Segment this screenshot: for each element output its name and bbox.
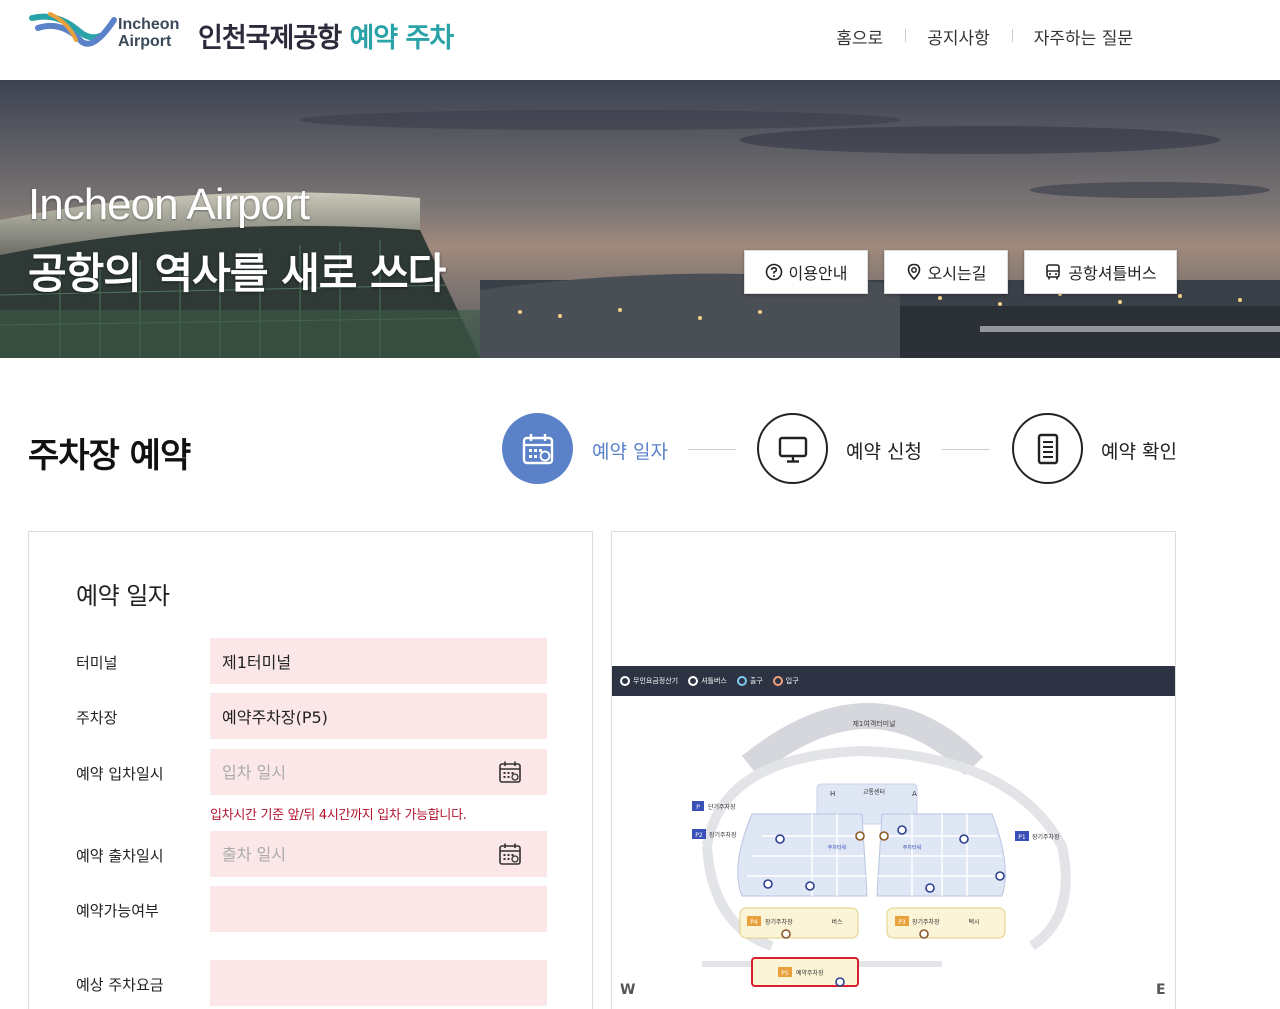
terminal-label: 터미널	[76, 654, 118, 672]
compass-east: E	[1156, 982, 1166, 998]
step-1-label: 예약 일자	[592, 441, 668, 463]
terminal-field[interactable]: 제1터미널	[210, 638, 547, 684]
step-connector-2	[942, 449, 990, 450]
site-title[interactable]: 인천국제공항 예약 주차	[198, 16, 454, 55]
page-title: 주차장 예약	[28, 436, 191, 476]
map-legend: 무인요금정산기 셔틀버스 출구 입구	[612, 666, 1175, 696]
parking-lot-field[interactable]: 예약주차장(P5)	[210, 693, 547, 739]
exit-datetime-label: 예약 출차일시	[76, 847, 164, 865]
payment-machine-icon	[620, 676, 630, 686]
reservation-steps: 예약 일자 예약 신청 예약 확인	[502, 413, 1182, 485]
parking-lot-map[interactable]: 제1여객터미널 교통센터 H A C D P4 장기주차장 버스 P3 장기주차…	[612, 696, 1176, 996]
site-header: Incheon Airport 인천국제공항 예약 주차 홈으로 공지사항 자주…	[0, 0, 1280, 80]
banner-korean-slogan: 공항의 역사를 새로 쓰다	[28, 249, 446, 298]
svg-text:P1: P1	[1018, 834, 1026, 841]
parking-tower-label-right: 주차타워	[903, 844, 921, 851]
calendar-icon	[499, 843, 521, 865]
estimated-fee-label: 예상 주차요금	[76, 976, 164, 994]
nav-notice[interactable]: 공지사항	[905, 24, 1012, 49]
step-3-circle	[1012, 413, 1083, 484]
step-connector-1	[688, 449, 736, 450]
p4-label: 장기주차장	[765, 918, 793, 926]
p3-label: 장기주차장	[912, 918, 940, 926]
calendar-icon	[499, 761, 521, 783]
step-3-label: 예약 확인	[1101, 441, 1177, 463]
p5-label: 예약주차장	[796, 969, 824, 977]
logo-text: Incheon Airport	[118, 16, 180, 50]
svg-text:P3: P3	[898, 919, 906, 926]
hero-banner: Incheon Airport 공항의 역사를 새로 쓰다 이용안내 오시는길	[0, 80, 1280, 358]
directions-label: 오시는길	[927, 264, 987, 283]
transport-center-label: 교통센터	[863, 788, 885, 796]
document-icon	[1037, 433, 1058, 464]
parking-lot-label: 주차장	[76, 709, 118, 727]
entrance-marker-icon	[772, 676, 783, 686]
entry-datetime-label: 예약 입차일시	[76, 765, 164, 783]
step-1-circle	[502, 413, 573, 484]
exit-marker-icon	[736, 676, 747, 686]
logo-swoosh-icon	[29, 12, 117, 47]
monitor-icon	[778, 436, 807, 463]
availability-label: 예약가능여부	[76, 902, 159, 920]
p2-label: 장기주차장	[709, 831, 737, 839]
usage-guide-button[interactable]: 이용안내	[744, 250, 868, 294]
form-heading: 예약 일자	[76, 582, 170, 610]
p-short-label: 단기주차장	[708, 803, 736, 811]
nav-home[interactable]: 홈으로	[814, 24, 905, 49]
directions-button[interactable]: 오시는길	[884, 250, 1008, 294]
step-2-label: 예약 신청	[846, 441, 922, 463]
svg-text:버스: 버스	[831, 918, 843, 926]
parking-map-panel: 무인요금정산기 셔틀버스 출구 입구 제1여객터미널 교통센터 H A C D	[611, 531, 1176, 1009]
svg-text:P5: P5	[781, 970, 789, 977]
site-title-main: 인천국제공항	[198, 23, 342, 54]
compass-west: W	[620, 982, 636, 998]
exit-calendar-button[interactable]	[497, 841, 523, 867]
legend-payment-machine: 무인요금정산기	[620, 676, 678, 686]
svg-text:H: H	[830, 790, 835, 798]
entry-calendar-button[interactable]	[497, 759, 523, 785]
entry-time-notice: 입차시간 기준 앞/뒤 4시간까지 입차 가능합니다.	[210, 808, 467, 823]
svg-text:P2: P2	[695, 832, 703, 839]
usage-guide-label: 이용안내	[788, 264, 848, 283]
nav-faq[interactable]: 자주하는 질문	[1011, 24, 1155, 49]
svg-text:A: A	[912, 790, 917, 798]
banner-english-title: Incheon Airport	[28, 180, 310, 229]
legend-entrance: 입구	[772, 676, 799, 686]
shuttle-bus-label: 공항셔틀버스	[1068, 264, 1157, 283]
banner-quick-links: 이용안내 오시는길 공항셔틀버스	[744, 250, 1177, 294]
bus-icon	[1046, 264, 1061, 280]
calendar-icon	[522, 433, 553, 464]
legend-shuttle-bus: 셔틀버스	[688, 676, 727, 686]
terminal-map-label: 제1여객터미널	[852, 719, 895, 728]
parking-tower-label-left: 주차타워	[828, 844, 846, 851]
p1-label: 장기주차장	[1032, 833, 1060, 841]
step-2-circle	[757, 413, 828, 484]
top-nav: 홈으로 공지사항 자주하는 질문	[814, 24, 1155, 49]
reservation-date-form: 예약 일자 터미널 제1터미널 주차장 예약주차장(P5) 예약 입차일시 입차…	[28, 531, 593, 1009]
legend-exit: 출구	[736, 676, 763, 686]
question-circle-icon	[765, 263, 782, 281]
svg-text:P: P	[696, 804, 700, 811]
shuttle-stop-icon	[688, 676, 699, 686]
svg-text:택시: 택시	[968, 919, 979, 926]
site-title-accent: 예약 주차	[349, 23, 454, 54]
svg-text:P4: P4	[750, 919, 758, 926]
map-pin-icon	[907, 263, 920, 281]
availability-field	[210, 886, 547, 932]
estimated-fee-field	[210, 960, 547, 1006]
shuttle-bus-button[interactable]: 공항셔틀버스	[1024, 250, 1177, 294]
